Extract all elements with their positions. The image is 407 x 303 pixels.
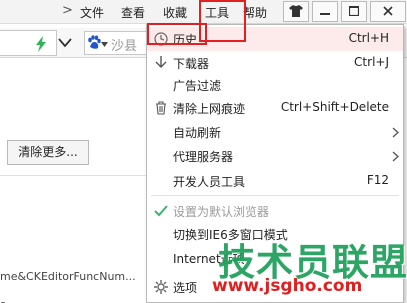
menu-overflow-arrow[interactable]: > bbox=[62, 3, 73, 18]
menu-label: 清除上网痕迹 bbox=[173, 102, 246, 116]
menu-favorites[interactable]: 收藏 bbox=[163, 4, 187, 21]
search-box[interactable]: 沙县 bbox=[84, 31, 150, 55]
menu-item-dev-tools[interactable]: 开发人员工具 F12 bbox=[147, 169, 403, 193]
gear-icon bbox=[154, 280, 168, 294]
menu-item-clear-traces[interactable]: 清除上网痕迹 Ctrl+Shift+Delete bbox=[147, 96, 403, 120]
menu-label: 设置为默认浏览器 bbox=[173, 205, 270, 219]
menu-item-set-default-browser: 设置为默认浏览器 bbox=[147, 199, 403, 223]
menu-shortcut: Ctrl+J bbox=[354, 55, 389, 69]
menu-view[interactable]: 查看 bbox=[121, 4, 145, 21]
shirt-icon bbox=[289, 5, 303, 17]
maximize-button[interactable] bbox=[341, 1, 367, 22]
divider bbox=[0, 175, 150, 176]
menu-label: 广告过滤 bbox=[173, 79, 222, 93]
menu-label: 选项 bbox=[173, 281, 198, 295]
close-button[interactable] bbox=[370, 1, 406, 22]
menu-item-proxy-server[interactable]: 代理服务器 bbox=[147, 144, 403, 168]
menu-label: 下载器 bbox=[173, 57, 210, 71]
baidu-paw-icon[interactable] bbox=[87, 35, 101, 50]
lightning-icon[interactable] bbox=[34, 36, 48, 52]
menu-item-downloader[interactable]: 下载器 Ctrl+J bbox=[147, 51, 403, 75]
trash-icon bbox=[156, 101, 166, 115]
menu-label: 开发人员工具 bbox=[173, 175, 246, 189]
menu-separator bbox=[151, 195, 399, 196]
skin-button[interactable] bbox=[283, 1, 309, 22]
address-input[interactable] bbox=[0, 30, 57, 56]
menu-item-auto-refresh[interactable]: 自动刷新 bbox=[147, 120, 403, 144]
chevron-right-icon bbox=[392, 127, 399, 138]
chevron-down-icon[interactable] bbox=[58, 38, 72, 48]
menu-shortcut: Ctrl+H bbox=[348, 31, 389, 45]
close-icon bbox=[383, 6, 393, 16]
caret-down-icon[interactable] bbox=[101, 42, 108, 47]
watermark-url: www.jsgho.com bbox=[212, 276, 363, 296]
menu-shortcut: Ctrl+Shift+Delete bbox=[280, 100, 389, 114]
checkmark-icon bbox=[154, 205, 168, 217]
highlight-box-history bbox=[147, 23, 207, 45]
menu-label: 代理服务器 bbox=[173, 150, 234, 164]
menu-shortcut: F12 bbox=[366, 173, 389, 187]
minimize-icon bbox=[320, 13, 330, 15]
history-url[interactable]: s bbox=[0, 298, 6, 303]
download-arrow-icon bbox=[155, 56, 167, 68]
menu-label: 自动刷新 bbox=[173, 126, 222, 140]
clear-more-button[interactable]: 清除更多... bbox=[7, 140, 89, 165]
minimize-button[interactable] bbox=[312, 1, 338, 22]
menu-help[interactable]: 帮助 bbox=[243, 4, 267, 21]
chevron-right-icon bbox=[392, 151, 399, 162]
history-page: 清除更多... me&CKEditorFuncNum... s bbox=[0, 120, 150, 303]
history-url[interactable]: me&CKEditorFuncNum... bbox=[0, 270, 136, 283]
search-input[interactable]: 沙县 bbox=[111, 35, 137, 54]
maximize-icon bbox=[348, 5, 360, 17]
menu-file[interactable]: 文件 bbox=[80, 4, 104, 21]
menu-item-ad-filter[interactable]: 广告过滤 bbox=[147, 73, 403, 97]
